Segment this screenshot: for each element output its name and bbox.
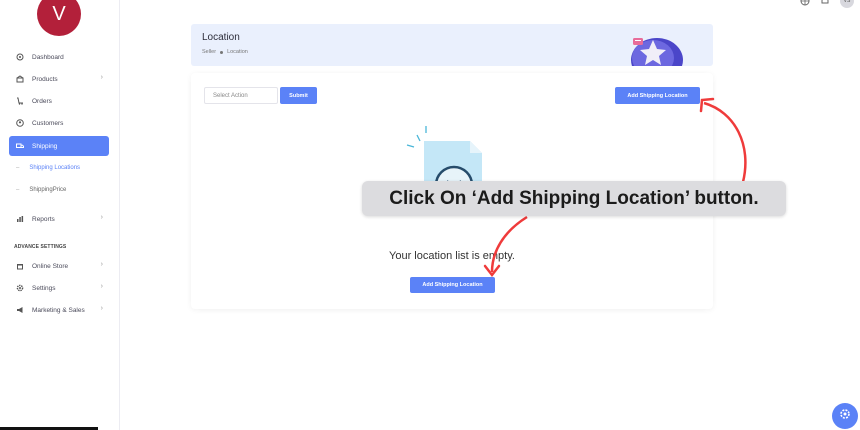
cart-icon bbox=[16, 97, 24, 105]
page-title: Location bbox=[202, 32, 240, 43]
gear-icon bbox=[16, 284, 24, 292]
sidebar-subitem-label: ShippingPrice bbox=[29, 187, 67, 193]
sidebar-item-reports[interactable]: Reports › bbox=[9, 209, 109, 229]
sidebar-item-label: Customers bbox=[32, 119, 64, 127]
breadcrumb-item-location: Location bbox=[227, 49, 248, 55]
sidebar-item-dashboard[interactable]: Dashboard bbox=[9, 47, 109, 67]
section-label-advance-settings: ADVANCE SETTINGS bbox=[14, 244, 67, 250]
sidebar-subitem-label: Shipping Locations bbox=[29, 165, 81, 171]
sidebar-item-online-store[interactable]: Online Store › bbox=[9, 256, 109, 276]
globe-icon[interactable] bbox=[800, 0, 810, 6]
sidebar-item-label: Shipping bbox=[32, 142, 58, 150]
add-shipping-location-button[interactable]: Add Shipping Location bbox=[615, 87, 700, 104]
box-icon bbox=[16, 75, 24, 83]
select-action-dropdown[interactable]: Select Action bbox=[204, 87, 278, 104]
chevron-right-icon: › bbox=[100, 305, 103, 312]
sidebar-item-label: Products bbox=[32, 75, 58, 83]
breadcrumb-item-seller[interactable]: Seller bbox=[202, 49, 216, 55]
bell-icon[interactable] bbox=[820, 0, 830, 6]
header-illustration bbox=[631, 38, 683, 66]
truck-icon bbox=[16, 142, 24, 150]
sidebar-item-orders[interactable]: Orders bbox=[9, 91, 109, 111]
sidebar: V Dashboard Products › Orders Customers … bbox=[0, 0, 120, 430]
sidebar-item-customers[interactable]: Customers bbox=[9, 113, 109, 133]
user-avatar[interactable]: VS bbox=[840, 0, 854, 8]
sidebar-subitem-shipping-price[interactable]: – ShippingPrice bbox=[16, 183, 66, 197]
topbar-icons: VS bbox=[800, 0, 860, 8]
dash-icon: – bbox=[16, 187, 20, 193]
chevron-right-icon: › bbox=[100, 214, 103, 221]
breadcrumb-separator bbox=[220, 50, 224, 54]
chart-icon bbox=[16, 215, 24, 223]
dash-icon: – bbox=[16, 165, 20, 171]
sidebar-item-label: Marketing & Sales bbox=[32, 306, 85, 314]
sidebar-item-label: Reports bbox=[32, 215, 55, 223]
grid-icon bbox=[16, 53, 24, 61]
sidebar-item-label: Settings bbox=[32, 284, 56, 292]
chevron-right-icon: › bbox=[100, 74, 103, 81]
instruction-callout: Click On ‘Add Shipping Location’ button. bbox=[362, 181, 786, 216]
settings-fab-button[interactable] bbox=[832, 403, 858, 429]
gear-icon bbox=[839, 407, 851, 425]
brand-logo[interactable]: V bbox=[37, 0, 81, 36]
sidebar-item-marketing-sales[interactable]: Marketing & Sales › bbox=[9, 300, 109, 320]
chevron-right-icon: › bbox=[100, 283, 103, 290]
megaphone-icon bbox=[16, 306, 24, 314]
page-header: Location Seller Location bbox=[191, 24, 713, 66]
chevron-right-icon: › bbox=[100, 261, 103, 268]
user-icon bbox=[16, 119, 24, 127]
store-icon bbox=[16, 262, 24, 270]
sidebar-item-label: Dashboard bbox=[32, 53, 64, 61]
sidebar-item-label: Orders bbox=[32, 97, 52, 105]
sidebar-item-settings[interactable]: Settings › bbox=[9, 278, 109, 298]
breadcrumb: Seller Location bbox=[202, 49, 248, 55]
sidebar-item-products[interactable]: Products › bbox=[9, 69, 109, 89]
sidebar-subitem-shipping-locations[interactable]: – Shipping Locations bbox=[16, 161, 80, 175]
submit-button[interactable]: Submit bbox=[280, 87, 317, 104]
add-shipping-location-button-empty[interactable]: Add Shipping Location bbox=[410, 277, 495, 293]
empty-state-message: Your location list is empty. bbox=[389, 250, 515, 262]
sidebar-item-label: Online Store bbox=[32, 262, 69, 270]
sidebar-item-shipping[interactable]: Shipping bbox=[9, 136, 109, 156]
